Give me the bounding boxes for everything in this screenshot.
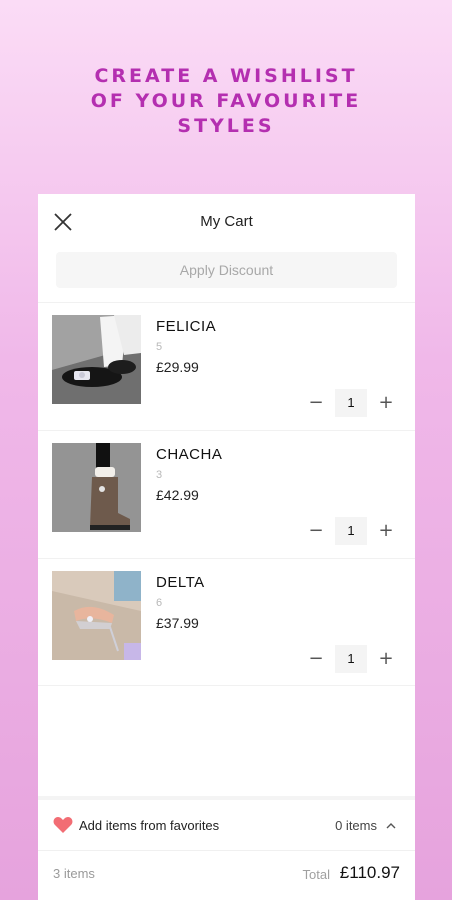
product-size: 5 [156,341,163,353]
increase-quantity-button[interactable]: + [375,648,397,670]
product-name: FELICIA [156,318,217,335]
decrease-quantity-button[interactable]: − [305,520,327,542]
product-image-delta[interactable] [52,571,141,660]
total-value: £110.97 [339,863,400,882]
cart-summary: 3 items Total £110.97 [38,850,415,900]
product-size: 6 [156,597,163,609]
product-price: £42.99 [156,487,199,503]
quantity-value: 1 [335,517,367,545]
headline-line-2: OF YOUR FAVOURITE [90,90,362,112]
headline-line-1: CREATE A WISHLIST [94,65,358,87]
headline-line-3: STYLES [177,115,275,137]
items-count: 3 items [53,866,95,881]
product-price: £29.99 [156,359,199,375]
cart-item-delta: DELTA 6 £37.99 − 1 + [38,558,415,686]
promo-headline: CREATE A WISHLIST OF YOUR FAVOURITE STYL… [0,64,452,139]
heart-icon [53,816,73,834]
page-title: My Cart [200,213,253,230]
apply-discount-button[interactable]: Apply Discount [56,252,397,288]
product-price: £37.99 [156,615,199,631]
increase-quantity-button[interactable]: + [375,520,397,542]
chevron-up-icon[interactable] [385,819,397,831]
cart-item-felicia: FELICIA 5 £29.99 − 1 + [38,302,415,430]
add-from-favorites-bar[interactable]: Add items from favorites 0 items [38,796,415,850]
decrease-quantity-button[interactable]: − [305,392,327,414]
increase-quantity-button[interactable]: + [375,392,397,414]
favorites-label: Add items from favorites [79,817,220,833]
product-size: 3 [156,469,163,481]
product-name: DELTA [156,574,205,591]
quantity-value: 1 [335,389,367,417]
product-image-felicia[interactable] [52,315,141,404]
decrease-quantity-button[interactable]: − [305,648,327,670]
quantity-stepper: − 1 + [305,389,397,417]
quantity-stepper: − 1 + [305,517,397,545]
cart-item-list: FELICIA 5 £29.99 − 1 + CHACHA 3 £42.99 −… [38,302,415,686]
total-label: Total [302,867,330,882]
product-image-chacha[interactable] [52,443,141,532]
quantity-stepper: − 1 + [305,645,397,673]
cart-screen: My Cart Apply Discount FELICIA 5 £29.99 … [38,194,415,900]
cart-item-chacha: CHACHA 3 £42.99 − 1 + [38,430,415,558]
quantity-value: 1 [335,645,367,673]
favorites-count: 0 items [335,817,377,833]
product-name: CHACHA [156,446,223,463]
